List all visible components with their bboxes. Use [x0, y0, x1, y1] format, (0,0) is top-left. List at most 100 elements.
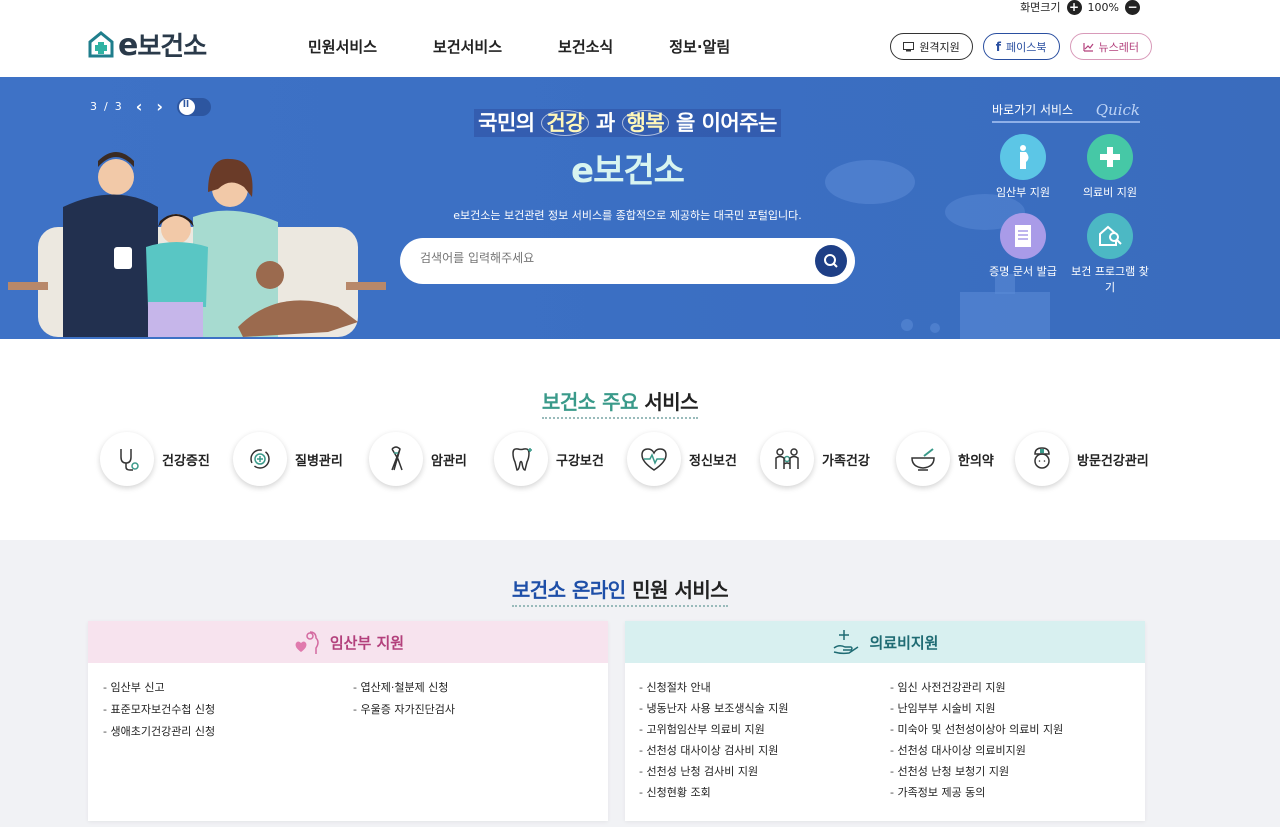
facebook-icon: f — [995, 39, 1002, 54]
zoom-in-icon[interactable]: + — [1066, 0, 1082, 15]
quick-certificate-issue[interactable]: 증명 문서 발급 — [983, 213, 1063, 279]
service-mental-health[interactable]: 정신보건 — [627, 432, 737, 486]
service-korean-medicine[interactable]: 한의약 — [896, 432, 994, 486]
search-input[interactable] — [420, 251, 800, 265]
header-buttons: 원격지원 f 페이스북 뉴스레터 — [890, 33, 1152, 60]
nav-info-notice[interactable]: 정보·알림 — [669, 36, 730, 57]
search-bar — [400, 238, 855, 284]
main-services-title-b: 서비스 — [637, 390, 699, 414]
list-item[interactable]: 냉동난자 사용 보조생식술 지원 — [639, 701, 788, 722]
list-item[interactable]: 임산부 신고 — [103, 680, 215, 702]
zoom-out-icon[interactable]: − — [1125, 0, 1140, 15]
hand-cross-icon — [834, 630, 859, 655]
pregnant-support-header: 임산부 지원 — [88, 621, 608, 663]
service-label: 건강증진 — [162, 453, 210, 469]
heart-pulse-icon — [627, 432, 681, 486]
list-item[interactable]: 우울증 자가진단검사 — [353, 702, 455, 724]
site-logo[interactable]: e보건소 — [88, 26, 207, 63]
house-cross-icon — [88, 30, 114, 57]
list-item[interactable]: 난임부부 시술비 지원 — [890, 701, 1063, 722]
pregnant-support-card: 임산부 지원 임산부 신고 표준모자보건수첩 신청 생애초기건강관리 신청 엽산… — [88, 621, 608, 821]
tooth-icon — [494, 432, 548, 486]
quick-pregnant-label: 임산부 지원 — [995, 186, 1051, 199]
list-item[interactable]: 가족정보 제공 동의 — [890, 785, 1063, 806]
nurse-icon — [1015, 432, 1069, 486]
service-label: 정신보건 — [689, 453, 737, 469]
list-item[interactable]: 선천성 난청 검사비 지원 — [639, 764, 789, 785]
service-label: 방문건강관리 — [1077, 453, 1149, 469]
medical-support-header: 의료비지원 — [625, 621, 1145, 663]
list-item[interactable]: 미숙아 및 선천성이상아 의료비 지원 — [890, 722, 1063, 743]
newsletter-label: 뉴스레터 — [1098, 40, 1139, 54]
main-services-title-a: 보건소 주요 — [541, 390, 638, 414]
quick-program-search[interactable]: 보건 프로그램 찾기 — [1070, 213, 1150, 295]
service-label: 질병관리 — [295, 453, 343, 469]
zoom-control: 화면크기 + 100% − — [1020, 0, 1140, 15]
service-label: 구강보건 — [556, 453, 604, 469]
pregnant-list-2: 엽산제·철분제 신청 우울증 자가진단검사 — [353, 680, 455, 724]
service-home-visit[interactable]: 방문건강관리 — [1015, 432, 1149, 486]
list-item[interactable]: 고위험임산부 의료비 지원 — [639, 722, 789, 743]
hero-highlight-happiness: 행복 — [621, 110, 670, 136]
list-item[interactable]: 신청현황 조회 — [639, 785, 789, 806]
service-label: 한의약 — [958, 453, 994, 469]
house-search-icon — [1087, 213, 1133, 259]
pregnant-heart-icon — [295, 631, 319, 654]
chart-line-icon — [1082, 42, 1093, 52]
online-services-title-a: 보건소 온라인 — [511, 578, 626, 602]
online-services-title: 보건소 온라인 민원 서비스 — [0, 574, 1240, 607]
service-disease-control[interactable]: 질병관리 — [233, 432, 343, 486]
newsletter-button[interactable]: 뉴스레터 — [1069, 33, 1152, 60]
list-item[interactable]: 선천성 대사이상 검사비 지원 — [639, 743, 789, 764]
remote-support-label: 원격지원 — [919, 40, 960, 54]
list-item[interactable]: 표준모자보건수첩 신청 — [103, 702, 215, 724]
mortar-icon — [896, 432, 950, 486]
hero-banner: 3 / 3 ‹ › 국민의 건강 과 행복 을 이어주는 e보건소 e보건소는 … — [0, 77, 1280, 339]
document-icon — [1000, 213, 1046, 259]
nav-health-service[interactable]: 보건서비스 — [433, 36, 502, 57]
site-header: e보건소 민원서비스 보건서비스 보건소식 정보·알림 원격지원 f 페이스북 … — [0, 14, 1280, 77]
remote-support-button[interactable]: 원격지원 — [890, 33, 973, 60]
main-services-title: 보건소 주요 서비스 — [0, 386, 1240, 419]
pregnant-icon — [1000, 134, 1046, 180]
service-oral-health[interactable]: 구강보건 — [494, 432, 604, 486]
logo-text: 보건소 — [137, 32, 207, 62]
zoom-value: 100% — [1087, 0, 1119, 14]
stethoscope-icon — [100, 432, 154, 486]
quick-certificate-label: 증명 문서 발급 — [989, 265, 1057, 278]
service-health-promotion[interactable]: 건강증진 — [100, 432, 210, 486]
hero-title-1: 국민의 — [478, 111, 542, 135]
service-family-health[interactable]: 가족건강 — [760, 432, 870, 486]
nav-health-news[interactable]: 보건소식 — [558, 36, 613, 57]
quick-pregnant-support[interactable]: 임산부 지원 — [983, 134, 1063, 200]
hero-brand: e보건소 — [571, 151, 685, 191]
list-item[interactable]: 생애초기건강관리 신청 — [103, 724, 215, 746]
nav-civil-service[interactable]: 민원서비스 — [308, 36, 377, 57]
ribbon-icon — [369, 432, 423, 486]
list-item[interactable]: 선천성 난청 보청기 지원 — [890, 764, 1063, 785]
service-cancer-care[interactable]: 암관리 — [369, 432, 467, 486]
pregnant-support-title: 임산부 지원 — [329, 633, 405, 652]
list-item[interactable]: 임신 사전건강관리 지원 — [890, 680, 1063, 701]
hero-highlight-health: 건강 — [541, 110, 590, 136]
family-icon — [760, 432, 814, 486]
medical-support-title: 의료비지원 — [869, 633, 939, 652]
online-services-title-b: 민원 서비스 — [625, 578, 729, 602]
quick-script: Quick — [1095, 101, 1140, 119]
facebook-button[interactable]: f 페이스북 — [982, 33, 1060, 60]
pregnant-list-1: 임산부 신고 표준모자보건수첩 신청 생애초기건강관리 신청 — [103, 680, 215, 746]
quick-medical-support[interactable]: 의료비 지원 — [1070, 134, 1150, 200]
list-item[interactable]: 선천성 대사이상 의료비지원 — [890, 743, 1063, 764]
quick-service-label: 바로가기 서비스 — [992, 103, 1074, 117]
quick-program-label: 보건 프로그램 찾기 — [1071, 265, 1149, 294]
medical-list-2: 임신 사전건강관리 지원 난임부부 시술비 지원 미숙아 및 선천성이상아 의료… — [890, 680, 1063, 806]
medical-list-1: 신청절차 안내 냉동난자 사용 보조생식술 지원 고위험임산부 의료비 지원 선… — [639, 680, 789, 806]
quick-service-header: 바로가기 서비스 Quick — [992, 101, 1140, 123]
hero-title-2: 과 — [589, 111, 622, 135]
hero-description: e보건소는 보건관련 정보 서비스를 종합적으로 제공하는 대국민 포털입니다. — [453, 209, 802, 222]
list-item[interactable]: 엽산제·철분제 신청 — [353, 680, 455, 702]
zoom-label: 화면크기 — [1020, 1, 1061, 14]
logo-e: e — [118, 28, 138, 63]
list-item[interactable]: 신청절차 안내 — [639, 680, 789, 701]
main-nav: 민원서비스 보건서비스 보건소식 정보·알림 — [308, 36, 786, 57]
